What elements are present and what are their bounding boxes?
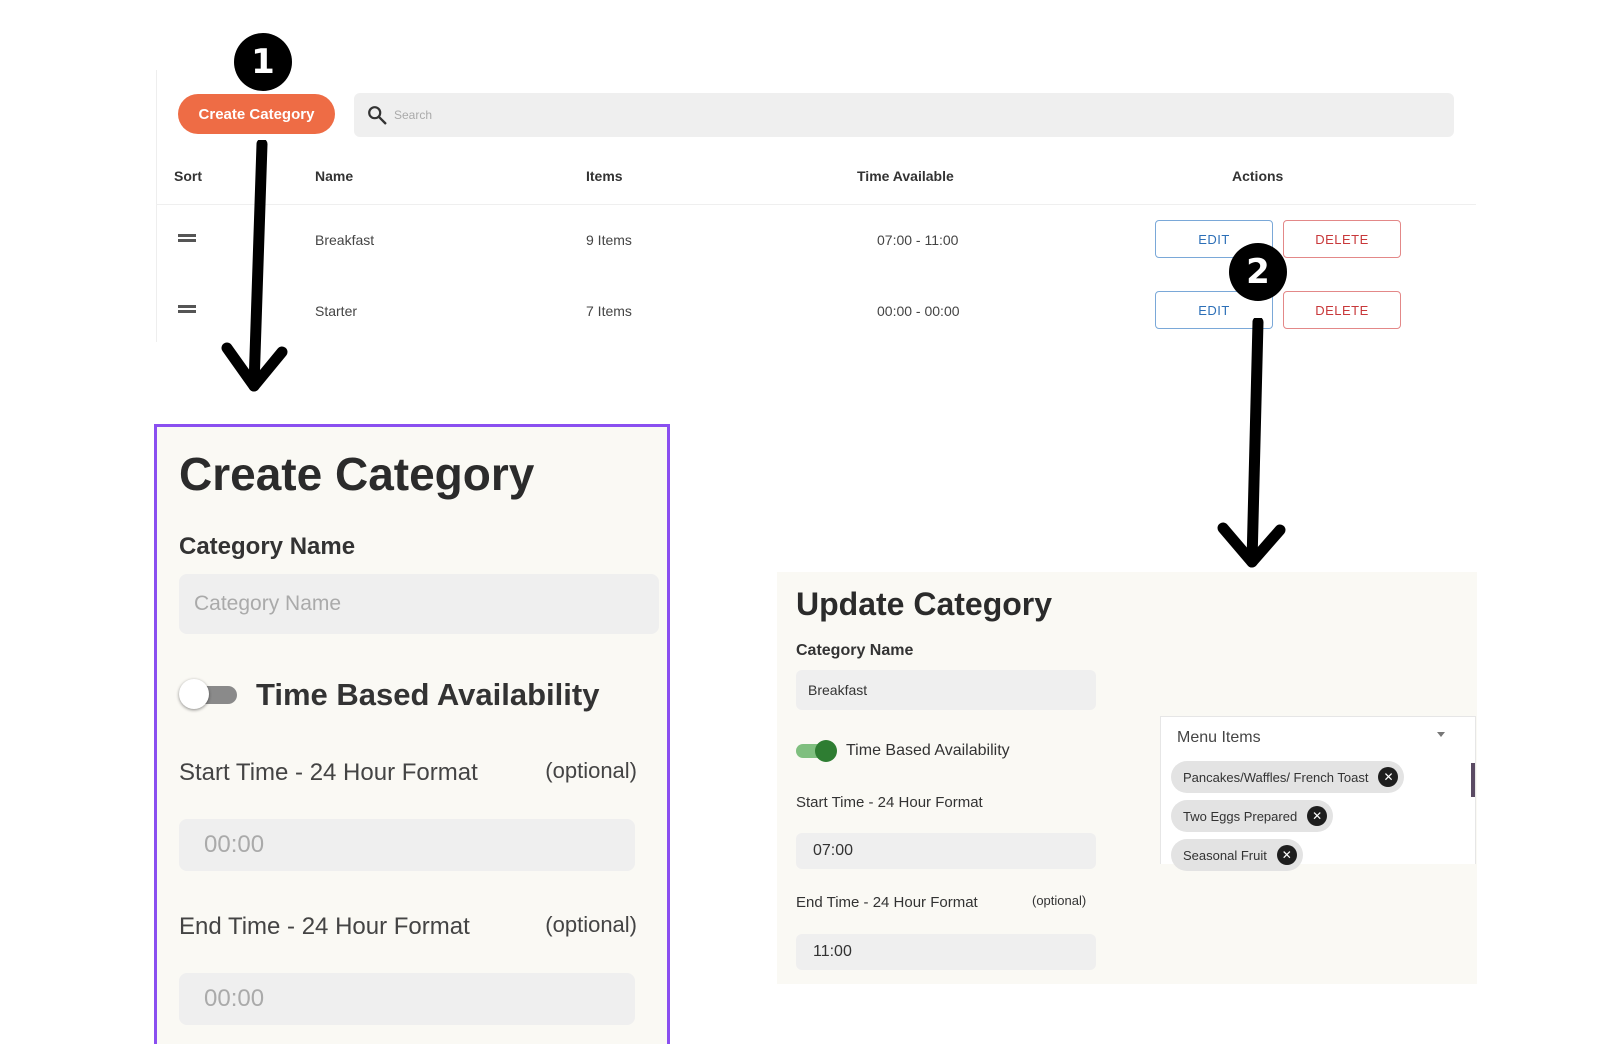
row-time: 07:00 - 11:00: [877, 232, 959, 248]
menu-items-select[interactable]: Menu Items Pancakes/Waffles/ French Toas…: [1160, 716, 1476, 871]
end-time-label: End Time - 24 Hour Format: [179, 913, 470, 940]
step-marker-2: 2: [1229, 243, 1287, 301]
column-header-items: Items: [586, 168, 623, 184]
down-arrow-2-icon: [1217, 318, 1286, 568]
time-availability-toggle[interactable]: [179, 679, 237, 709]
step-marker-1: 1: [234, 33, 292, 91]
close-circle-icon[interactable]: ✕: [1307, 806, 1328, 826]
scrollbar-thumb[interactable]: [1471, 763, 1475, 797]
down-arrow-1-icon: [221, 140, 288, 392]
start-time-label: Start Time - 24 Hour Format: [796, 794, 983, 811]
panel-title: Update Category: [796, 586, 1053, 622]
row-name: Starter: [315, 303, 358, 319]
drag-handle-icon[interactable]: [178, 234, 196, 242]
column-header-sort: Sort: [174, 168, 202, 184]
chip-label: Two Eggs Prepared: [1183, 808, 1298, 824]
create-category-button[interactable]: Create Category: [178, 94, 335, 134]
create-category-panel: Create Category Category Name Time Based…: [154, 424, 670, 1044]
end-time-optional: (optional): [1032, 893, 1087, 908]
category-table-panel: Create Category Sort Name Items Time Ava…: [156, 70, 1476, 342]
chip-label: Seasonal Fruit: [1183, 847, 1267, 863]
start-time-label: Start Time - 24 Hour Format: [179, 759, 478, 786]
search-input[interactable]: [394, 108, 1294, 122]
close-circle-icon[interactable]: ✕: [1378, 767, 1399, 787]
search-icon: [368, 106, 387, 125]
start-time-optional: (optional): [545, 758, 637, 783]
menu-item-chip: Two Eggs Prepared ✕: [1171, 800, 1334, 832]
search-bar[interactable]: [354, 93, 1454, 137]
row-items: 7 Items: [586, 303, 632, 319]
update-category-panel: Update Category Category Name Time Based…: [777, 572, 1477, 984]
time-availability-label: Time Based Availability: [256, 677, 600, 712]
end-time-field[interactable]: [179, 973, 635, 1025]
time-availability-label: Time Based Availability: [846, 742, 1010, 759]
category-name-field[interactable]: [796, 670, 1096, 710]
chevron-down-icon[interactable]: [1437, 732, 1445, 737]
category-name-label: Category Name: [179, 533, 356, 560]
menu-item-chip: Pancakes/Waffles/ French Toast ✕: [1171, 761, 1405, 793]
column-header-name: Name: [315, 168, 354, 184]
chip-label: Pancakes/Waffles/ French Toast: [1183, 769, 1369, 785]
row-name: Breakfast: [315, 232, 375, 248]
category-name-label: Category Name: [796, 642, 914, 659]
close-circle-icon[interactable]: ✕: [1276, 845, 1297, 865]
end-time-label: End Time - 24 Hour Format: [796, 894, 978, 911]
toggle-knob: [179, 679, 209, 709]
menu-items-label: Menu Items: [1177, 729, 1261, 746]
start-time-field[interactable]: [179, 819, 635, 871]
row-time: 00:00 - 00:00: [877, 303, 960, 319]
column-header-time: Time Available: [857, 168, 954, 184]
start-time-field[interactable]: [796, 833, 1096, 869]
delete-button[interactable]: DELETE: [1283, 291, 1401, 329]
panel-title: Create Category: [179, 448, 535, 500]
toggle-knob: [815, 740, 837, 762]
delete-button[interactable]: DELETE: [1283, 220, 1401, 258]
end-time-optional: (optional): [545, 912, 637, 937]
drag-handle-icon[interactable]: [178, 305, 196, 313]
time-availability-toggle[interactable]: [796, 740, 837, 762]
row-items: 9 Items: [586, 232, 632, 248]
end-time-field[interactable]: [796, 934, 1096, 970]
column-header-actions: Actions: [1232, 168, 1284, 184]
category-name-field[interactable]: [179, 574, 659, 634]
menu-item-chip: Seasonal Fruit ✕: [1171, 839, 1303, 871]
